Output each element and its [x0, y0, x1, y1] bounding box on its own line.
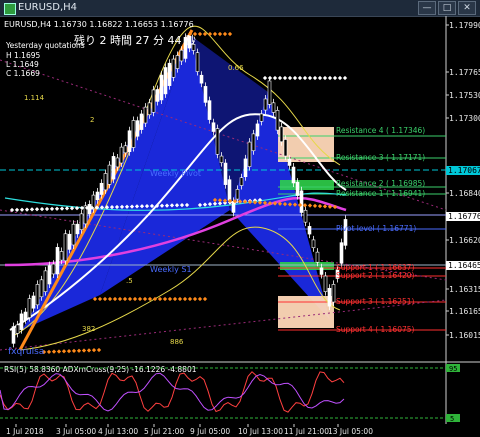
price-axis-tick: 1.16165 [449, 307, 480, 316]
price-tag-cyan: 1.17067 [448, 166, 480, 175]
price-axis-tick: 1.16620 [449, 236, 480, 245]
pivot-level-label: Resistance 4 ( 1.17346) [336, 126, 425, 135]
price-axis-tick: 1.16840 [449, 189, 480, 198]
weekly-pivot-label: Weekly Pivot [150, 169, 201, 178]
support-zone-bottom [278, 296, 334, 328]
time-axis-tick: 1 Jul 2018 [6, 427, 44, 436]
watermark: fxqrulsa [8, 347, 44, 357]
rsi-line [0, 371, 345, 413]
time-axis: 1 Jul 2018 3 Jul 05:00 4 Jul 13:00 5 Jul 21… [6, 424, 373, 436]
ohlc-header: EURUSD,H4 1.16730 1.16822 1.16653 1.1677… [4, 20, 194, 29]
yesterday-low: L 1.1649 [6, 60, 39, 69]
price-axis-tick: 1.17300 [449, 114, 480, 123]
time-axis-tick: 10 Jul 13:00 [238, 427, 283, 436]
main-chart-canvas[interactable]: 1.17990 1.17765 1.17530 1.17300 1.16840 1.166… [0, 0, 480, 437]
price-axis-tick: 1.16015 [449, 331, 480, 340]
pivot-level-label: Pivot level ( 1.16771) [336, 224, 416, 233]
pivot-level-label: Support 4 ( 1.16075) [336, 325, 415, 334]
fib-label-5: 886 [170, 338, 184, 346]
yesterday-close: C 1.1669 [6, 69, 40, 78]
price-axis-tick: 1.17990 [449, 21, 480, 30]
indicator-label: RSI(5) 58.8360 ADXmCross(9,25) -16.1226 … [4, 365, 197, 374]
weekly-s1-label: Weekly S1 [150, 265, 192, 274]
time-axis-tick: 11 Jul 21:00 [284, 427, 329, 436]
time-axis-tick: 4 Jul 13:00 [98, 427, 138, 436]
time-axis-tick: 13 Jul 05:00 [328, 427, 373, 436]
pivot-level-labels: Resistance 4 ( 1.17346) Resistance 3 ( 1.… [336, 126, 425, 334]
time-axis-tick: 5 Jul 21:00 [144, 427, 184, 436]
yesterday-label: Yesterday quotations [5, 41, 85, 50]
price-tag-current: 1.16776 [448, 212, 480, 221]
price-axis-tick: 1.16315 [449, 285, 480, 294]
pivot-level-label: Resistance 3 ( 1.17171) [336, 153, 425, 162]
pivot-level-label: Resistance 2 ( 1.16985) [336, 179, 425, 188]
adx-line [0, 372, 345, 412]
price-axis: 1.17990 1.17765 1.17530 1.17300 1.16840 1.166… [446, 21, 480, 340]
time-axis-tick: 3 Jul 05:00 [56, 427, 96, 436]
fib-label-6: 0.66 [228, 64, 244, 72]
fib-label-3: .5 [126, 277, 133, 285]
yesterday-high: H 1.1695 [6, 51, 40, 60]
price-axis-tick: 1.17530 [449, 91, 480, 100]
indicator-level-top: 95 [449, 365, 457, 373]
pivot-level-label: Support 2 ( 1.16420) [336, 271, 415, 280]
pivot-level-label: Resistance 1 ( 1.16941) [336, 189, 425, 198]
fib-label-1: 1.114 [24, 94, 45, 102]
pivot-level-label: Support 3 ( 1.16251) [336, 297, 415, 306]
fib-label-2: 2 [90, 116, 94, 124]
resistance-green-band [280, 180, 334, 190]
time-axis-tick: 9 Jul 05:00 [190, 427, 230, 436]
bar-countdown: 残り 2 時間 27 分 44 秒 [74, 33, 196, 47]
indicator-level-bottom: 5 [450, 415, 454, 423]
mt4-chart-window: EURUSD,H4 — □ ✕ 1.17990 1.17765 1.17530 … [0, 0, 480, 437]
price-tag-white: 1.16465 [448, 261, 480, 270]
price-axis-tick: 1.17765 [449, 68, 480, 77]
fib-label-4: 382 [82, 325, 95, 333]
